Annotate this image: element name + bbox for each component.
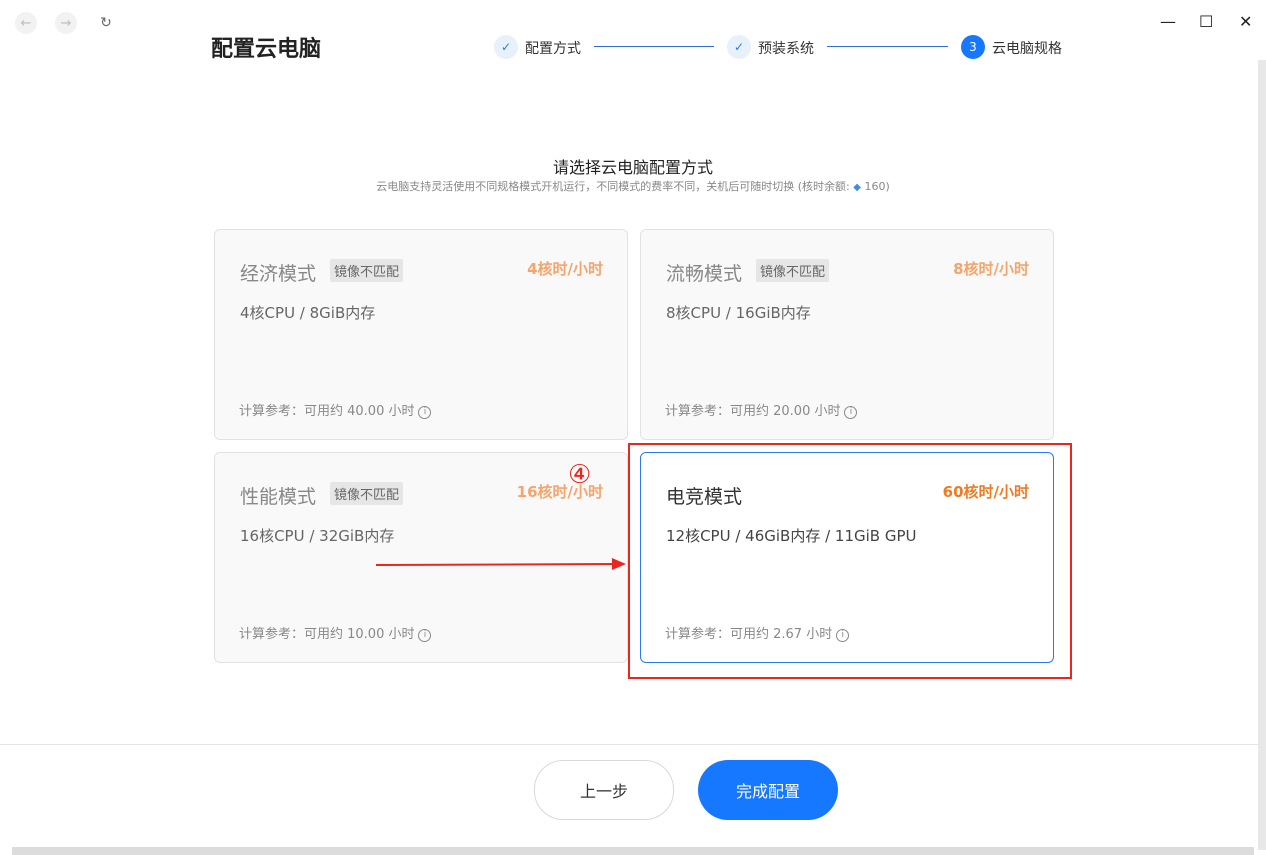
usage-estimate-text: 计算参考：可用约 10.00 小时 <box>239 627 415 642</box>
mode-card-economy[interactable]: 经济模式 镜像不匹配 4核时/小时 4核CPU / 8GiB内存 计算参考：可用… <box>214 229 628 440</box>
step-connector <box>594 46 714 47</box>
mode-name: 性能模式 <box>240 486 317 508</box>
previous-step-button[interactable]: 上一步 <box>534 760 674 820</box>
step-2-label: 预装系统 <box>758 41 814 57</box>
vertical-scrollbar[interactable] <box>1258 60 1266 850</box>
usage-estimate: 计算参考：可用约 10.00 小时 i <box>239 623 432 642</box>
close-icon[interactable]: ✕ <box>1239 14 1252 30</box>
stepper: ✓ 配置方式 ✓ 预装系统 3 云电脑规格 <box>0 35 1266 59</box>
balance-value: 160 <box>864 180 886 193</box>
reload-icon[interactable]: ↻ <box>95 12 117 34</box>
finish-config-button[interactable]: 完成配置 <box>698 760 838 820</box>
image-mismatch-badge: 镜像不匹配 <box>330 259 404 282</box>
horizontal-scrollbar[interactable] <box>12 847 1254 855</box>
mode-spec: 4核CPU / 8GiB内存 <box>240 304 376 322</box>
step-connector <box>827 46 948 47</box>
mode-rate: 4核时/小时 <box>527 260 603 278</box>
mode-name: 流畅模式 <box>666 263 743 285</box>
mode-spec: 16核CPU / 32GiB内存 <box>240 527 395 545</box>
maximize-icon[interactable]: ☐ <box>1199 14 1213 30</box>
diamond-icon: ◆ <box>853 182 861 193</box>
image-mismatch-badge: 镜像不匹配 <box>756 259 830 282</box>
annotation-step-number: ④ <box>568 460 592 490</box>
step-1-label: 配置方式 <box>525 41 581 57</box>
mode-card-smooth[interactable]: 流畅模式 镜像不匹配 8核时/小时 8核CPU / 16GiB内存 计算参考：可… <box>640 229 1054 440</box>
step-2-check-icon: ✓ <box>727 35 751 59</box>
info-icon[interactable]: i <box>418 629 432 642</box>
step-3-number: 3 <box>961 35 985 59</box>
footer-divider <box>0 744 1258 745</box>
mode-spec: 8核CPU / 16GiB内存 <box>666 304 811 322</box>
subtitle-suffix: ) <box>885 180 890 193</box>
back-icon[interactable]: ← <box>15 12 37 34</box>
annotation-highlight-box <box>628 443 1072 679</box>
info-icon[interactable]: i <box>418 406 432 419</box>
usage-estimate-text: 计算参考：可用约 20.00 小时 <box>665 404 841 419</box>
forward-icon[interactable]: → <box>55 12 77 34</box>
usage-estimate: 计算参考：可用约 20.00 小时 i <box>665 400 858 419</box>
mode-name: 经济模式 <box>240 263 317 285</box>
usage-estimate: 计算参考：可用约 40.00 小时 i <box>239 400 432 419</box>
image-mismatch-badge: 镜像不匹配 <box>330 482 404 505</box>
usage-estimate-text: 计算参考：可用约 40.00 小时 <box>239 404 415 419</box>
mode-rate: 8核时/小时 <box>953 260 1029 278</box>
step-3-label: 云电脑规格 <box>992 41 1062 57</box>
annotation-arrow-icon <box>376 558 626 570</box>
info-icon[interactable]: i <box>844 406 858 419</box>
section-subtitle: 云电脑支持灵活使用不同规格模式开机运行，不同模式的费率不同，关机后可随时切换 (… <box>0 178 1266 194</box>
step-1-check-icon: ✓ <box>494 35 518 59</box>
minimize-icon[interactable]: — <box>1160 14 1176 30</box>
section-title: 请选择云电脑配置方式 <box>552 158 713 177</box>
subtitle-text: 云电脑支持灵活使用不同规格模式开机运行，不同模式的费率不同，关机后可随时切换 (… <box>376 180 854 193</box>
